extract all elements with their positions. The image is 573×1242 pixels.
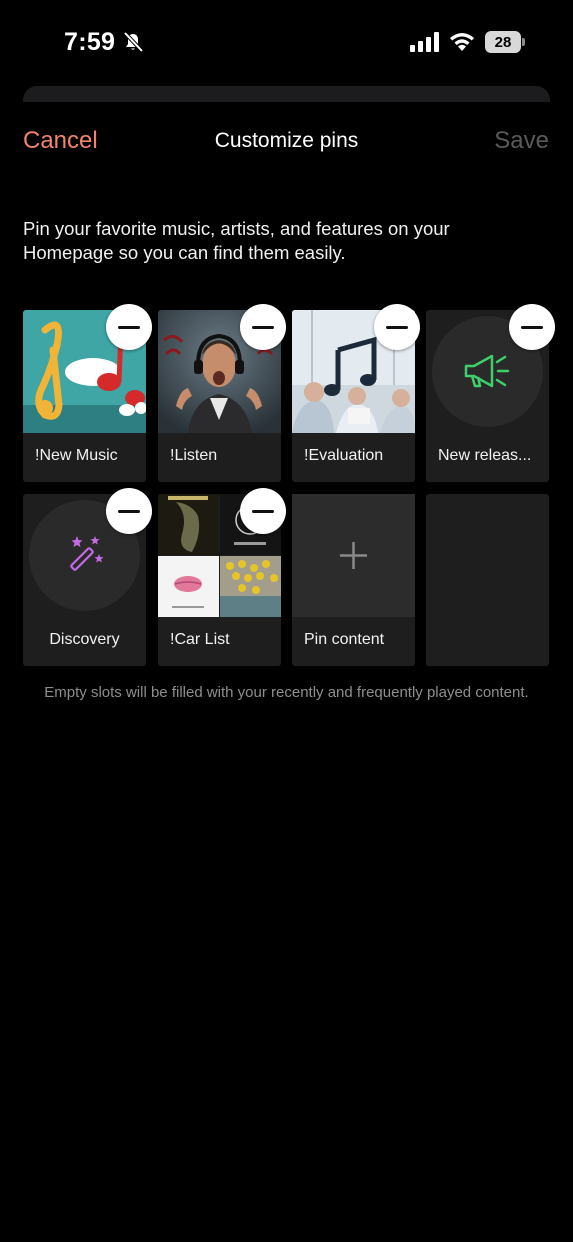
- pin-label: New releas...: [438, 447, 532, 464]
- minus-icon: [252, 509, 274, 513]
- minus-icon: [521, 325, 543, 329]
- minus-icon: [118, 509, 140, 513]
- status-time: 7:59: [64, 28, 116, 56]
- minus-icon: [252, 325, 274, 329]
- signal-icon: [410, 32, 439, 52]
- pin-label: !New Music: [35, 447, 118, 464]
- status-bar: 7:59 28: [0, 0, 573, 86]
- remove-pin-button[interactable]: [374, 304, 420, 350]
- pin-label: Discovery: [49, 631, 120, 648]
- intro-text: Pin your favorite music, artists, and fe…: [23, 218, 450, 263]
- minus-icon: [386, 325, 408, 329]
- pin-tile-evaluation[interactable]: !Evaluation: [292, 304, 420, 482]
- remove-pin-button[interactable]: [106, 304, 152, 350]
- plus-icon: [340, 542, 367, 569]
- pin-tile-listen[interactable]: !Listen: [158, 304, 286, 482]
- add-slot-artwork: [292, 494, 415, 617]
- remove-pin-button[interactable]: [240, 304, 286, 350]
- empty-slot: [426, 494, 549, 666]
- pin-content-button[interactable]: Pin content: [292, 494, 415, 666]
- customize-pins-screen: 7:59 28 Cancel Customize pins Save Pin y…: [0, 0, 573, 1242]
- magic-wand-icon: [70, 536, 104, 571]
- pin-tile-new-releases[interactable]: New releas...: [426, 304, 555, 482]
- pin-label: !Car List: [170, 631, 230, 648]
- bell-slash-icon: [123, 31, 144, 53]
- pin-tile-discovery[interactable]: Discovery: [23, 488, 152, 666]
- pin-label: !Evaluation: [304, 447, 384, 464]
- pin-label: !Listen: [170, 447, 218, 464]
- pin-content-label: Pin content: [304, 631, 385, 648]
- remove-pin-button[interactable]: [509, 304, 555, 350]
- pin-tile-new-music[interactable]: !New Music: [23, 304, 152, 482]
- remove-pin-button[interactable]: [240, 488, 286, 534]
- remove-pin-button[interactable]: [106, 488, 152, 534]
- battery-icon: 28: [485, 31, 525, 53]
- empty-slots-note: Empty slots will be filled with your rec…: [44, 684, 529, 701]
- sheet-top-edge: [23, 86, 550, 102]
- pin-tile-car-list[interactable]: !Car List: [158, 488, 286, 666]
- megaphone-icon: [464, 354, 510, 388]
- save-button[interactable]: Save: [494, 127, 549, 155]
- minus-icon: [118, 325, 140, 329]
- wifi-icon: [450, 33, 474, 51]
- battery-cap: [522, 38, 525, 46]
- battery-level: 28: [485, 31, 521, 53]
- cancel-button[interactable]: Cancel: [23, 127, 98, 155]
